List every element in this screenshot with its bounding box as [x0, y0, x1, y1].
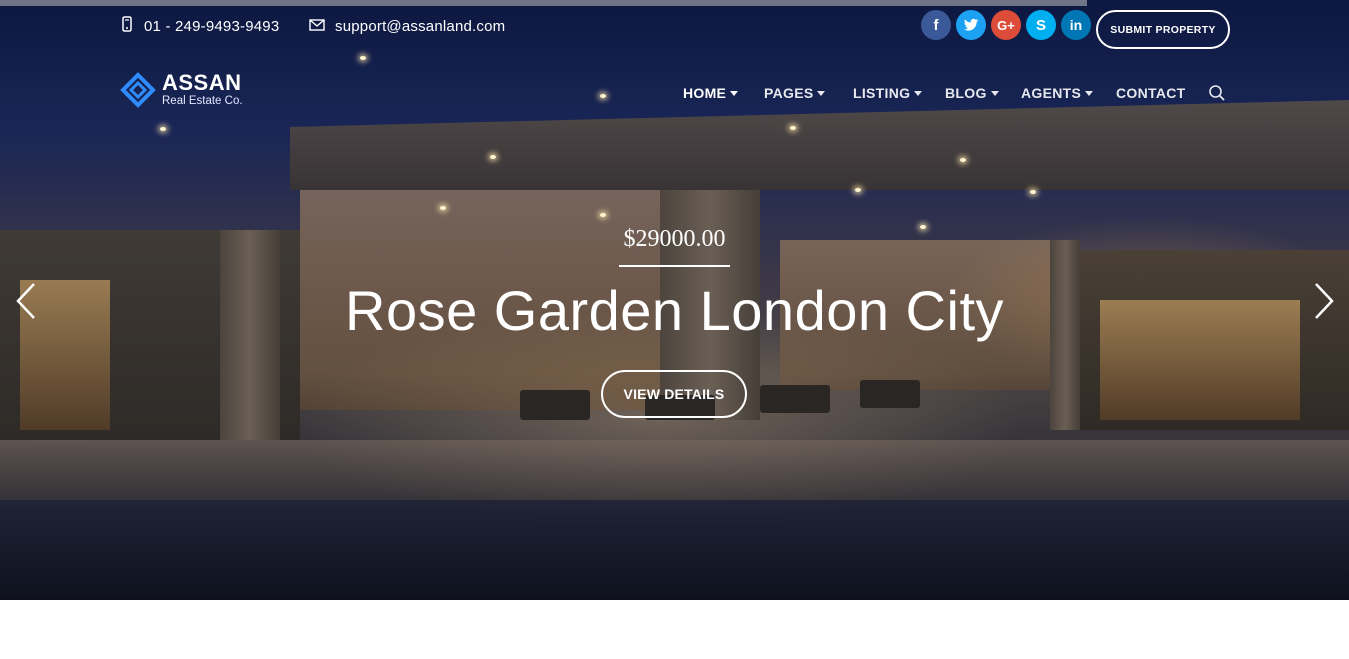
skype-icon[interactable]: S	[1026, 10, 1056, 40]
twitter-icon[interactable]	[956, 10, 986, 40]
chevron-right-icon[interactable]	[1312, 281, 1336, 321]
skype-glyph: S	[1035, 16, 1046, 34]
hero-price: $29000.00	[623, 226, 726, 252]
google-plus-icon[interactable]: G+	[991, 10, 1021, 40]
nav-listing[interactable]: LISTING	[853, 84, 923, 102]
mail-icon	[309, 18, 325, 35]
nav-label: HOME	[683, 85, 727, 101]
phone-number: 01 - 249-9493-9493	[144, 17, 280, 35]
background-light	[790, 126, 796, 130]
background-light	[855, 188, 861, 192]
nav-agents[interactable]: AGENTS	[1021, 84, 1094, 102]
caret-down-icon	[914, 91, 923, 96]
email-address[interactable]: support@assanland.com	[335, 18, 505, 35]
chevron-left-icon[interactable]	[14, 281, 38, 321]
hero-title: Rose Garden London City	[345, 279, 1004, 342]
search-icon[interactable]	[1208, 84, 1226, 102]
price-divider	[619, 265, 730, 267]
background-light	[1030, 190, 1036, 194]
caret-down-icon	[817, 91, 826, 96]
nav-pages[interactable]: PAGES	[764, 84, 826, 102]
logo-diamond-icon	[120, 72, 156, 108]
caret-down-icon	[1085, 91, 1094, 96]
nav-label: LISTING	[853, 85, 911, 101]
background-roof	[290, 100, 1349, 190]
linkedin-glyph: in	[1069, 17, 1083, 33]
background-light	[360, 56, 366, 60]
nav-label: AGENTS	[1021, 85, 1082, 101]
nav-label: PAGES	[764, 85, 814, 101]
nav-contact[interactable]: CONTACT	[1116, 84, 1186, 102]
nav-label: BLOG	[945, 85, 987, 101]
background-light	[160, 127, 166, 131]
phone-icon	[120, 16, 134, 36]
submit-property-button[interactable]: SUBMIT PROPERTY	[1096, 10, 1230, 49]
top-strip	[0, 0, 1087, 6]
nav-label: CONTACT	[1116, 85, 1186, 101]
background-light	[600, 213, 606, 217]
contact-email[interactable]: support@assanland.com	[309, 16, 505, 36]
background-pool	[0, 500, 1349, 600]
nav-blog[interactable]: BLOG	[945, 84, 999, 102]
background-chair	[860, 380, 920, 408]
twitter-bird-glyph	[964, 18, 978, 31]
background-chair	[520, 390, 590, 420]
background-light	[490, 155, 496, 159]
background-light	[440, 206, 446, 210]
background-chair	[760, 385, 830, 413]
caret-down-icon	[990, 91, 999, 96]
brand-tagline: Real Estate Co.	[162, 95, 243, 108]
brand-logo[interactable]: ASSAN Real Estate Co.	[120, 72, 243, 108]
facebook-glyph: f	[933, 16, 939, 34]
nav-home[interactable]: HOME	[683, 84, 739, 102]
background-light	[600, 94, 606, 98]
google-plus-glyph: G+	[997, 17, 1015, 33]
caret-down-icon	[730, 91, 739, 96]
brand-name: ASSAN	[162, 70, 242, 96]
contact-phone: 01 - 249-9493-9493	[120, 16, 279, 36]
facebook-icon[interactable]: f	[921, 10, 951, 40]
linkedin-icon[interactable]: in	[1061, 10, 1091, 40]
background-light	[960, 158, 966, 162]
view-details-button[interactable]: VIEW DETAILS	[601, 370, 747, 418]
